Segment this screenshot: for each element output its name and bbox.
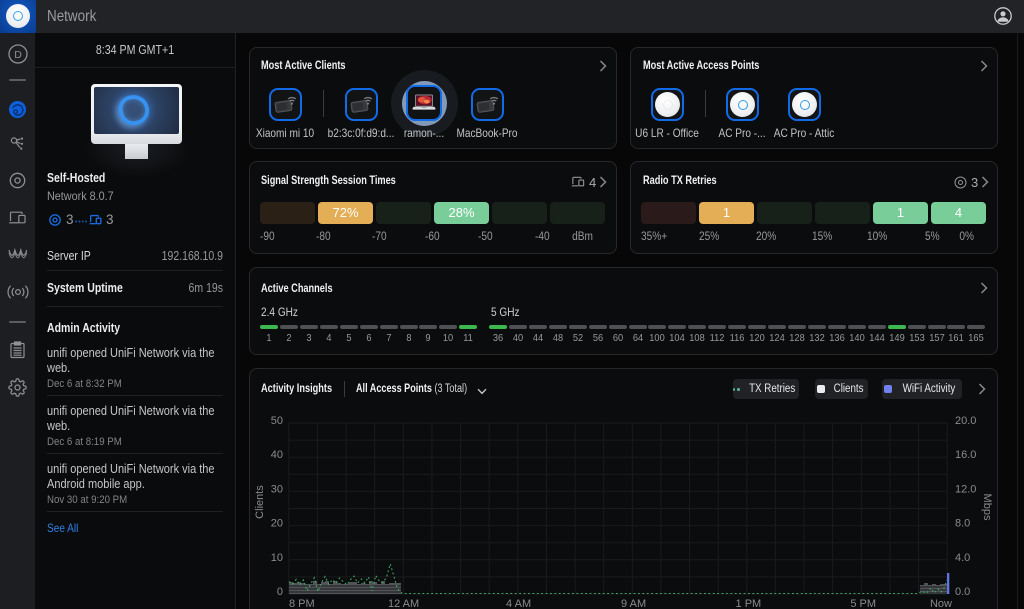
- svg-text:9 AM: 9 AM: [621, 598, 646, 609]
- svg-text:8.0: 8.0: [955, 518, 970, 530]
- svg-text:Mbps: Mbps: [981, 494, 993, 521]
- svg-text:8 PM: 8 PM: [289, 598, 315, 609]
- svg-text:16.0: 16.0: [955, 449, 976, 461]
- svg-text:Now: Now: [930, 598, 952, 609]
- svg-text:4 AM: 4 AM: [506, 598, 531, 609]
- svg-text:12.0: 12.0: [955, 483, 976, 495]
- svg-text:10: 10: [271, 552, 283, 564]
- svg-text:12 AM: 12 AM: [388, 598, 419, 609]
- svg-text:30: 30: [271, 483, 283, 495]
- svg-text:4.0: 4.0: [955, 552, 970, 564]
- svg-text:40: 40: [271, 449, 283, 461]
- svg-text:20: 20: [271, 518, 283, 530]
- svg-text:20.0: 20.0: [955, 415, 976, 427]
- svg-text:0: 0: [277, 586, 283, 598]
- svg-text:0.0: 0.0: [955, 586, 970, 598]
- svg-text:5 PM: 5 PM: [850, 598, 876, 609]
- svg-text:1 PM: 1 PM: [736, 598, 762, 609]
- svg-text:D: D: [14, 49, 22, 61]
- svg-text:Clients: Clients: [254, 485, 266, 519]
- svg-text:50: 50: [271, 415, 283, 427]
